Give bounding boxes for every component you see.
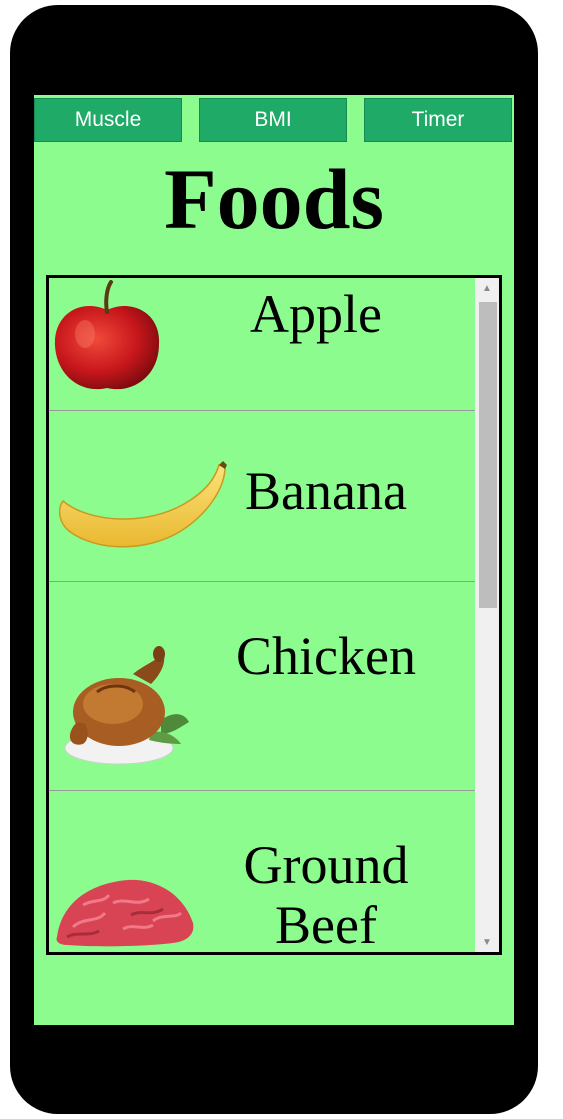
food-list[interactable]: Apple Banana Chicken Ground Beef ▲ ▼ [46, 275, 502, 955]
roast-chicken-icon [64, 646, 189, 765]
top-nav: Muscle BMI Timer [34, 98, 514, 144]
bmi-button[interactable]: BMI [199, 98, 347, 142]
food-item-chicken[interactable]: Chicken [49, 582, 475, 791]
scroll-up-arrow-icon[interactable]: ▲ [475, 278, 499, 298]
food-item-banana[interactable]: Banana [49, 411, 475, 582]
scroll-down-arrow-icon[interactable]: ▼ [475, 932, 499, 952]
food-name: Apple [250, 284, 382, 344]
banana-icon [59, 461, 227, 548]
page-title: Foods [164, 151, 384, 247]
list-scrollbar[interactable]: ▲ ▼ [475, 278, 499, 952]
muscle-button[interactable]: Muscle [34, 98, 182, 142]
food-item-ground-beef[interactable]: Ground Beef [49, 791, 475, 955]
food-list-content: Apple Banana Chicken Ground Beef [49, 278, 475, 955]
ground-beef-icon [56, 879, 194, 947]
app-screen: Muscle BMI Timer Foods Apple Banana Chic… [34, 95, 514, 1025]
apple-icon [54, 280, 160, 390]
food-item-apple[interactable]: Apple [49, 278, 475, 411]
food-name: Ground Beef [243, 835, 409, 955]
scrollbar-thumb[interactable] [479, 302, 497, 608]
food-name: Banana [245, 461, 407, 521]
food-name: Chicken [236, 626, 416, 686]
timer-button[interactable]: Timer [364, 98, 512, 142]
